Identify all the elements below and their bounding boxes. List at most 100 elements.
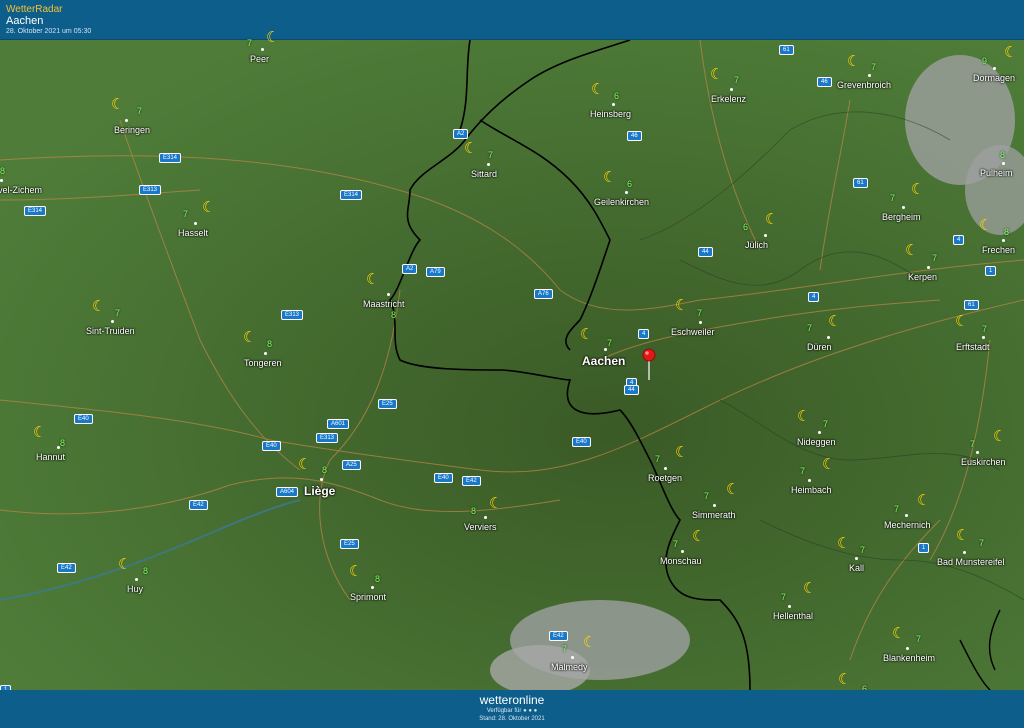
road-shield: E314 — [24, 206, 47, 216]
crescent-moon-icon: ☾ — [847, 53, 861, 70]
road-shield: E314 — [159, 153, 182, 163]
city-label[interactable]: vel-Zichem — [0, 185, 42, 195]
city-label[interactable]: Maastricht — [363, 299, 405, 309]
city-dot — [1002, 239, 1005, 242]
city-label[interactable]: Verviers — [464, 522, 497, 532]
road-shield: 46 — [817, 77, 832, 87]
city-dot — [713, 504, 716, 507]
city-label[interactable]: Nideggen — [797, 437, 836, 447]
city-label[interactable]: Euskirchen — [961, 457, 1006, 467]
temperature-value: 7 — [488, 150, 494, 160]
temperature-value: 7 — [247, 38, 253, 48]
road-shield: A604 — [276, 487, 299, 497]
temperature-value: 8 — [375, 574, 381, 584]
footer-logo: wetteronline — [479, 693, 545, 707]
weather-map[interactable]: Peer 7 ☾ Beringen 7 ☾ vel-Zichem 8 Hasselt 7 ☾ Sint… — [0, 30, 1024, 695]
city-label[interactable]: Mechernich — [884, 520, 931, 530]
city-label[interactable]: Monschau — [660, 556, 702, 566]
city-label[interactable]: Hannut — [36, 452, 65, 462]
crescent-moon-icon: ☾ — [979, 217, 993, 234]
road-shield: 4 — [638, 329, 650, 339]
city-label[interactable]: Sint-Truiden — [86, 326, 135, 336]
city-dot — [625, 191, 628, 194]
city-label[interactable]: Dormagen — [973, 73, 1015, 83]
temperature-value: 7 — [704, 491, 710, 501]
city-label[interactable]: Heinsberg — [590, 109, 631, 119]
city-dot — [976, 451, 979, 454]
city-label[interactable]: Aachen — [582, 354, 625, 368]
road-shield: E40 — [434, 473, 453, 483]
footer-stand: Stand: 28. Oktober 2021 — [479, 716, 545, 722]
city-label[interactable]: Sittard — [471, 169, 497, 179]
app-header: WetterRadar Aachen 28. Oktober 2021 um 0… — [0, 0, 1024, 40]
temperature-value: 7 — [932, 253, 938, 263]
crescent-moon-icon: ☾ — [956, 527, 970, 544]
temperature-value: 7 — [673, 539, 679, 549]
crescent-moon-icon: ☾ — [892, 625, 906, 642]
temperature-value: 7 — [655, 454, 661, 464]
city-label[interactable]: Kall — [849, 563, 864, 573]
city-dot — [855, 557, 858, 560]
city-label[interactable]: Erftstadt — [956, 342, 990, 352]
city-label[interactable]: Sprimont — [350, 592, 386, 602]
crescent-moon-icon: ☾ — [838, 671, 852, 688]
city-dot — [484, 516, 487, 519]
city-label[interactable]: Hellenthal — [773, 611, 813, 621]
crescent-moon-icon: ☾ — [489, 495, 503, 512]
road-shield: E40 — [74, 414, 93, 424]
city-dot — [387, 293, 390, 296]
city-label[interactable]: Bad Munstereifel — [937, 557, 1005, 567]
temperature-value: 8 — [322, 465, 328, 475]
road-shield: E40 — [262, 441, 281, 451]
city-label[interactable]: Huy — [127, 584, 143, 594]
city-dot — [261, 48, 264, 51]
crescent-moon-icon: ☾ — [118, 556, 132, 573]
city-dot — [135, 578, 138, 581]
city-dot — [730, 88, 733, 91]
city-label[interactable]: Jülich — [745, 240, 768, 250]
city-label[interactable]: Roetgen — [648, 473, 682, 483]
city-label[interactable]: Peer — [250, 54, 269, 64]
city-label[interactable]: Heimbach — [791, 485, 832, 495]
road-shield: 4 — [808, 292, 820, 302]
city-label[interactable]: Beringen — [114, 125, 150, 135]
city-dot — [818, 431, 821, 434]
city-label[interactable]: Geilenkirchen — [594, 197, 649, 207]
city-label[interactable]: Bergheim — [882, 212, 921, 222]
crescent-moon-icon: ☾ — [603, 169, 617, 186]
crescent-moon-icon: ☾ — [298, 456, 312, 473]
crescent-moon-icon: ☾ — [591, 81, 605, 98]
city-label[interactable]: Tongeren — [244, 358, 282, 368]
temperature-value: 8 — [143, 566, 149, 576]
city-label[interactable]: Malmedy — [551, 662, 588, 672]
city-label[interactable]: Pulheim — [980, 168, 1013, 178]
temperature-value: 7 — [183, 209, 189, 219]
temperature-value: 8 — [60, 438, 66, 448]
temperature-value: 7 — [871, 62, 877, 72]
temperature-value: 7 — [607, 338, 613, 348]
city-label[interactable]: Erkelenz — [711, 94, 746, 104]
location-pin[interactable] — [641, 348, 657, 385]
road-shield: E314 — [340, 190, 363, 200]
city-label[interactable]: Grevenbroich — [837, 80, 891, 90]
road-shield: E42 — [189, 500, 208, 510]
city-label[interactable]: Blankenheim — [883, 653, 935, 663]
city-dot — [927, 266, 930, 269]
temperature-value: 7 — [890, 193, 896, 203]
crescent-moon-icon: ☾ — [917, 492, 931, 509]
city-label[interactable]: Liège — [304, 484, 335, 498]
city-label[interactable]: Kerpen — [908, 272, 937, 282]
city-label[interactable]: Frechen — [982, 245, 1015, 255]
crescent-moon-icon: ☾ — [692, 528, 706, 545]
road-shield: A2 — [453, 129, 469, 139]
city-dot — [699, 321, 702, 324]
city-dot — [371, 586, 374, 589]
temperature-value: 7 — [562, 644, 568, 654]
footer-availability: Verfügbar für ● ● ● — [0, 708, 1024, 714]
city-label[interactable]: Eschweiler — [671, 327, 715, 337]
city-label[interactable]: Simmerath — [692, 510, 736, 520]
city-label[interactable]: Düren — [807, 342, 832, 352]
city-label[interactable]: Hasselt — [178, 228, 208, 238]
temperature-value: 8 — [1000, 150, 1006, 160]
crescent-moon-icon: ☾ — [111, 96, 125, 113]
